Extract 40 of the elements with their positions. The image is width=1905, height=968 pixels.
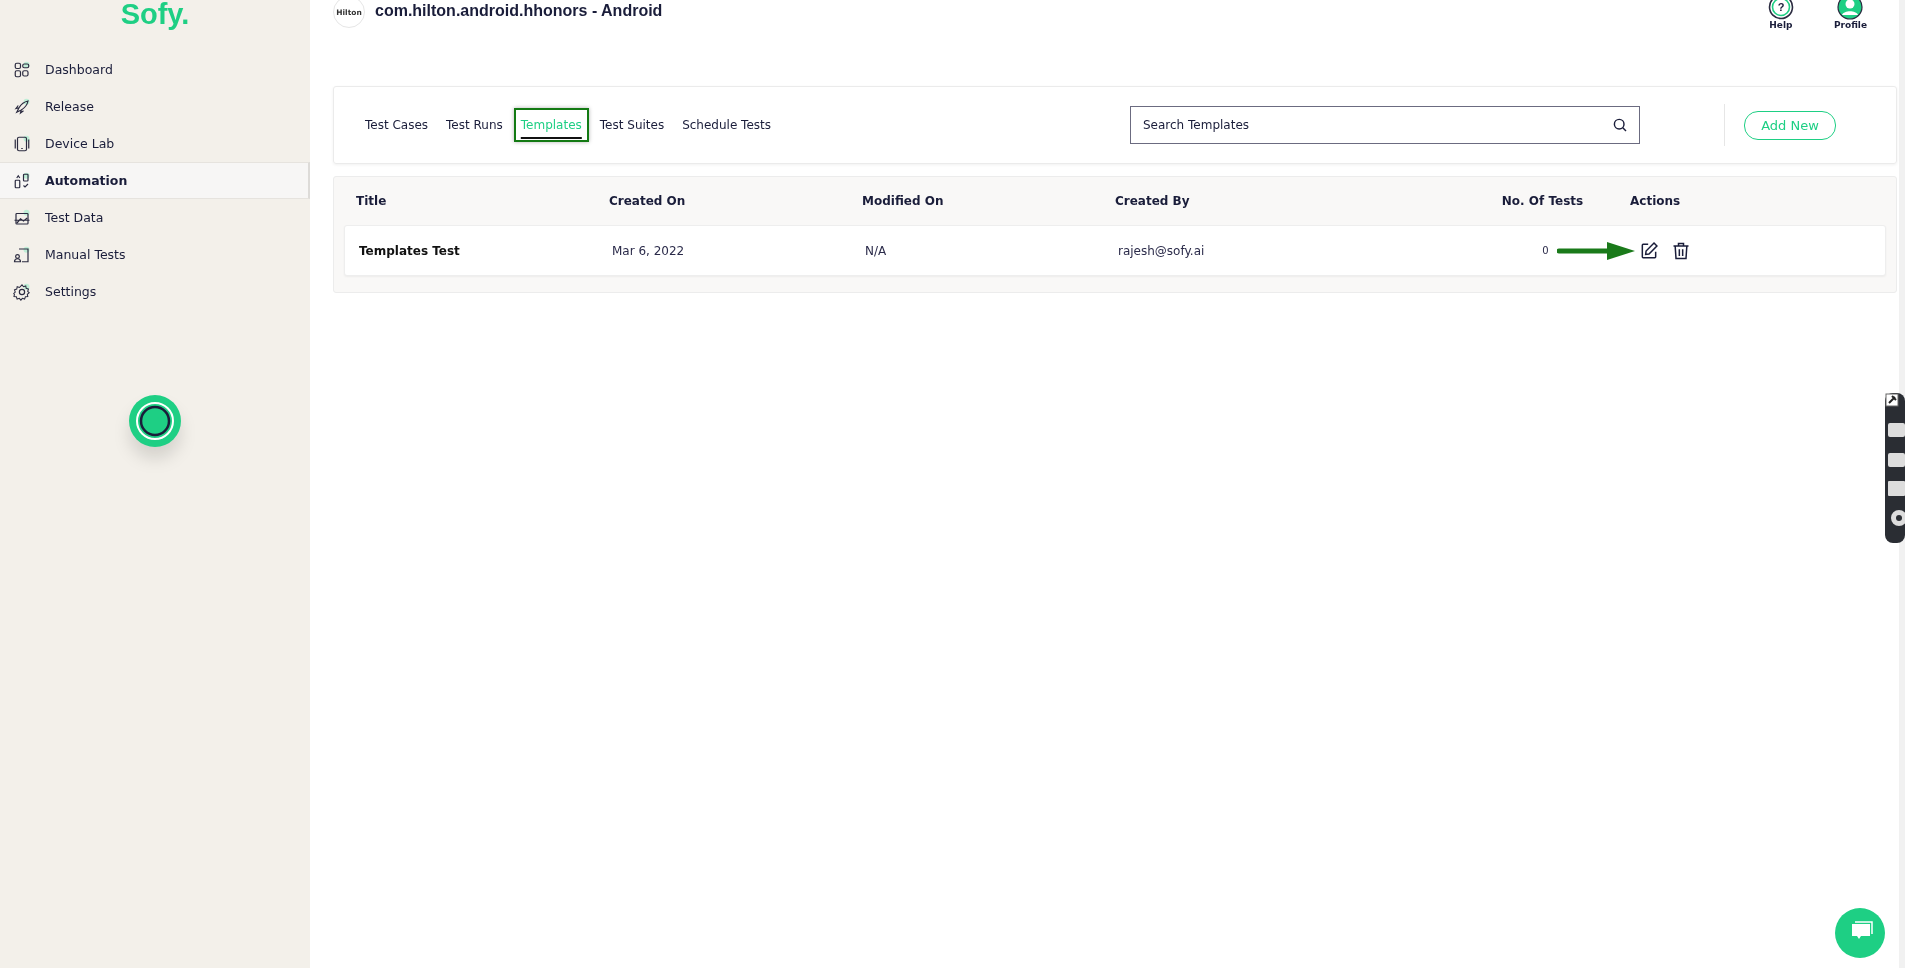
search-field[interactable]: Search Templates (1130, 106, 1640, 144)
table-cell: 0 (1542, 245, 1549, 256)
table-cell-text: N/A (865, 243, 888, 258)
settings-icon (13, 282, 31, 301)
nav-item[interactable]: Release (0, 88, 310, 125)
phone-icon (13, 134, 31, 153)
edit-icon[interactable] (1639, 240, 1659, 261)
table-cell-text: Templates Test (359, 243, 461, 258)
column-header: Title (356, 194, 388, 208)
nav-item[interactable]: Settings (0, 273, 310, 310)
table-cell-text: rajesh@sofy.ai (1118, 243, 1206, 258)
help-button[interactable]: ? Help (1767, 0, 1794, 86)
image-icon (13, 208, 31, 227)
assistant-bot-icon[interactable] (129, 395, 181, 447)
table-cell-text: Mar 6, 2022 (612, 243, 686, 258)
tab[interactable]: Test Cases (358, 108, 436, 142)
profile-button[interactable]: Profile (1833, 0, 1867, 86)
floating-toolbar[interactable] (1885, 393, 1905, 543)
delete-icon[interactable] (1671, 240, 1691, 261)
person-document-icon (13, 245, 31, 264)
rocket-icon (13, 97, 31, 116)
phone-arrows-icon (13, 171, 31, 190)
grid-icon (13, 60, 31, 79)
nav-item[interactable]: Manual Tests (0, 236, 310, 273)
column-header: Modified On (862, 194, 945, 208)
tab[interactable]: Schedule Tests (675, 108, 778, 142)
nav-item[interactable]: Device Lab (0, 125, 310, 162)
column-header: No. Of Tests (1501, 194, 1584, 208)
tab[interactable]: Test Suites (592, 108, 672, 142)
nav-item[interactable]: Dashboard (0, 51, 310, 88)
column-header: Created On (609, 194, 687, 208)
app-title: com.hilton.android.hhonors - Android (375, 2, 663, 20)
avatar-icon (1837, 0, 1864, 20)
search-icon (1612, 117, 1628, 133)
nav-item[interactable]: Test Data (0, 199, 310, 236)
question-icon: ? (1767, 0, 1794, 20)
column-header: Created By (1115, 194, 1191, 208)
nav-item[interactable]: Automation (0, 162, 310, 199)
tab[interactable]: Test Runs (439, 108, 510, 142)
column-header: Actions (1630, 194, 1682, 208)
